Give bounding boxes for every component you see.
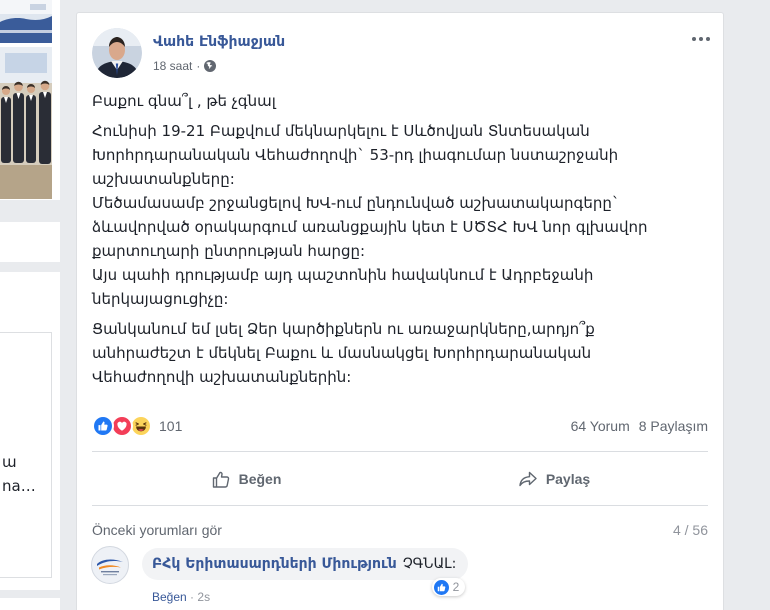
comment-bubble: ԲՀկ Երիտասարդների Միություն ՉԳՆԱԼ: — [142, 548, 469, 580]
post-text-line: Բաքու գնա՞լ , թե չգնալ — [92, 92, 276, 110]
like-reaction-icon — [433, 579, 449, 595]
comment-reaction-count: 2 — [452, 580, 460, 594]
globe-icon — [204, 60, 217, 72]
like-button-label: Beğen — [238, 470, 282, 487]
comment-author-avatar[interactable] — [91, 546, 129, 584]
left-feed-snippet: ա na… — [2, 450, 36, 498]
haha-reaction-icon — [130, 415, 152, 437]
comment-reaction-badge[interactable]: 2 — [431, 578, 466, 596]
like-reaction-icon — [92, 415, 114, 437]
post-text-line: Վեհաժողովի աշխատանքներին: — [92, 368, 352, 386]
love-reaction-icon — [111, 415, 133, 437]
left-feed-preview-box[interactable]: ա na… — [0, 332, 52, 578]
post-text: Բաքու գնա՞լ , թե չգնալ Հունիսի 19-21 Բաք… — [92, 89, 648, 395]
share-button[interactable]: Paylaş — [400, 452, 708, 505]
left-feed-card — [0, 222, 60, 262]
post-text-line: Այս պահի դրությամբ այդ պաշտոնին հավակնու… — [92, 266, 594, 284]
thumbs-up-icon — [211, 469, 231, 489]
meta-separator: · — [196, 59, 201, 73]
comment-footer: Beğen · 2s — [152, 590, 210, 604]
post-text-line: Հունիսի 19-21 Բաքվում մեկնարկելու է Սևծո… — [92, 122, 590, 140]
reactions-summary: 101 64 Yorum 8 Paylaşım — [92, 415, 708, 437]
comment-author-link[interactable]: ԲՀկ Երիտասարդների Միություն — [152, 556, 397, 572]
comment: ԲՀկ Երիտասարդների Միություն ՉԳՆԱԼ: 2 — [142, 548, 469, 596]
comment-footer-separator: · — [190, 590, 195, 604]
feed-photo-thumbnail[interactable] — [0, 0, 52, 43]
post-paragraph: Հունիսի 19-21 Բաքվում մեկնարկելու է Սևծո… — [92, 119, 648, 311]
post-text-line: ներկայացուցիչը: — [92, 290, 229, 308]
reactions-count-link[interactable]: 101 — [92, 415, 182, 437]
left-feed-card — [0, 598, 60, 610]
post-paragraph: Ցանկանում եմ լսել Ձեր կարծիքներն ու առաջ… — [92, 317, 648, 389]
share-count-link[interactable]: 8 Paylaşım — [639, 418, 708, 434]
snippet-line: na… — [2, 477, 36, 495]
post-text-line: անհրաժեշտ է մեկնել Բաքու և մասնակցել Խոր… — [92, 344, 592, 362]
post-text-line: քարտուղարի ընտրության հարցը: — [92, 242, 366, 260]
photo-image — [0, 47, 52, 199]
organization-logo-avatar — [91, 546, 129, 584]
post-text-line: Խորհրդարանական Վեհաժողովի` 53-րդ լիագում… — [92, 146, 619, 164]
comment-count-link[interactable]: 64 Yorum — [571, 418, 630, 434]
feed-photo-thumbnail[interactable] — [0, 47, 52, 199]
post-text-line: աշխատանքները: — [92, 170, 235, 188]
photo-image — [0, 0, 52, 43]
comments-header: Önceki yorumları gör 4 / 56 — [92, 521, 708, 539]
share-button-label: Paylaş — [545, 470, 591, 487]
like-button[interactable]: Beğen — [92, 452, 400, 505]
post-text-line: Ցանկանում եմ լսել Ձեր կարծիքներն ու առաջ… — [92, 320, 595, 338]
comment-like-link[interactable]: Beğen — [152, 590, 187, 604]
comment-text: ՉԳՆԱԼ: — [402, 556, 457, 572]
author-avatar[interactable] — [92, 28, 142, 78]
comment-timestamp[interactable]: 2s — [197, 590, 210, 604]
post-author-link[interactable]: Վահե Էնֆիաջյան — [153, 33, 285, 51]
left-feed-card — [0, 0, 60, 200]
comment-pager: 4 / 56 — [672, 522, 708, 538]
post-text-line: Մեծամասամբ շրջանցելով ԽՎ-ում ընդունված ա… — [92, 194, 620, 212]
author-avatar-image — [92, 28, 142, 78]
reaction-count: 101 — [159, 418, 183, 434]
post-meta: 18 saat · — [153, 58, 217, 74]
more-options-icon[interactable] — [689, 31, 713, 47]
post-timestamp[interactable]: 18 saat — [153, 58, 192, 74]
feed-post: Վահե Էնֆիաջյան 18 saat · Բաքու գնա՞լ , թ… — [76, 12, 724, 610]
snippet-line: ա — [2, 453, 17, 471]
post-text-line: ձևավորված օրակարգում առանցքային կետ է ՍԾ… — [92, 218, 648, 236]
post-stats: 64 Yorum 8 Paylaşım — [571, 418, 708, 434]
left-feed-card: ա na… — [0, 272, 60, 590]
share-arrow-icon — [518, 469, 538, 489]
post-action-bar: Beğen Paylaş — [92, 452, 708, 505]
view-previous-comments-link[interactable]: Önceki yorumları gör — [92, 522, 222, 538]
divider — [92, 505, 708, 506]
post-paragraph: Բաքու գնա՞լ , թե չգնալ — [92, 89, 648, 113]
